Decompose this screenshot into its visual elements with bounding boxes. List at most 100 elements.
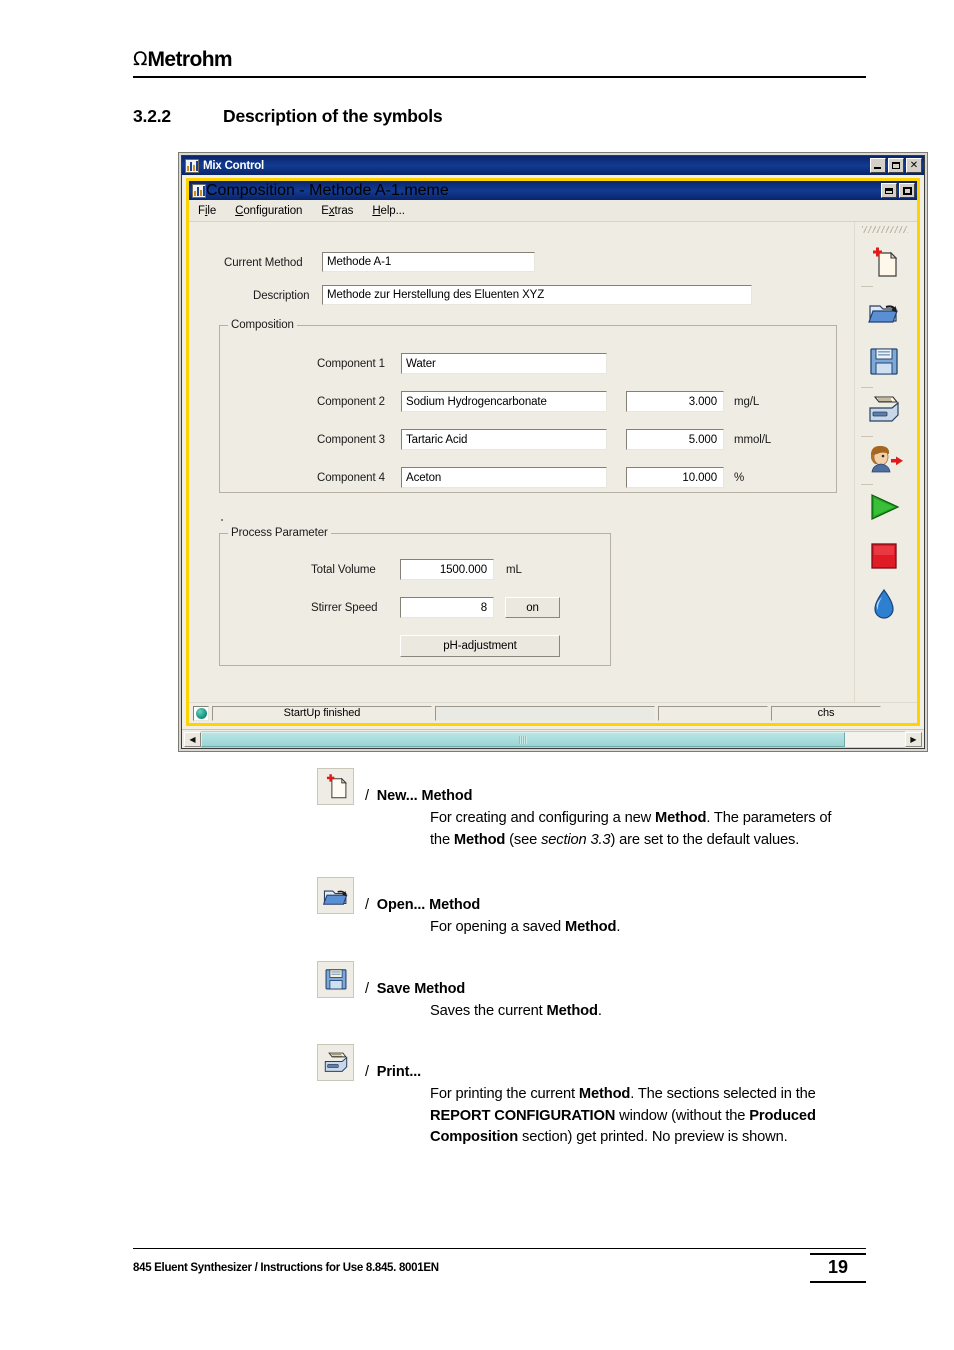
start-play-icon [871, 494, 900, 520]
print-button[interactable] [862, 389, 906, 431]
horizontal-scrollbar[interactable]: ◀ ▶ [182, 729, 924, 748]
bar-chart-app-icon [192, 183, 206, 198]
menubar: File Configuration Extras Help... [189, 200, 917, 222]
page-header: Ω Metrohm [133, 44, 866, 70]
symbol-label-new-method: / New... Method [365, 788, 473, 804]
section-number: 3.2.2 [133, 106, 171, 126]
mdi-area: Composition - Methode A-1.meme File Conf… [182, 175, 924, 729]
rinse-button[interactable] [862, 583, 906, 625]
user-login-icon [870, 446, 903, 473]
current-method-input[interactable]: Methode A-1 [322, 252, 535, 272]
description-label: Description [253, 290, 310, 302]
child-restore-button[interactable] [881, 183, 897, 198]
footer-divider [133, 1248, 866, 1249]
brand-name: Metrohm [147, 48, 233, 71]
component-2-value[interactable]: 3.000 [626, 391, 724, 412]
footer-text: 845 Eluent Synthesizer / Instructions fo… [133, 1262, 439, 1274]
component-2-input[interactable]: Sodium Hydrogencarbonate [401, 391, 607, 412]
toolbar-grip[interactable] [862, 226, 908, 233]
save-method-icon-thumb [317, 960, 354, 998]
form-panel: Current Method Methode A-1 Description M… [189, 222, 855, 702]
symbol-descriptions: / New... Method For creating and configu… [133, 768, 866, 1149]
symbol-entry-save-method: / Save Method Saves the current Method. [133, 960, 866, 1023]
scroll-left-icon[interactable]: ◀ [184, 731, 201, 747]
component-4-value[interactable]: 10.000 [626, 467, 724, 488]
print-icon [324, 1052, 347, 1072]
save-method-button[interactable] [862, 340, 906, 382]
description-input[interactable]: Methode zur Herstellung des Eluenten XYZ [322, 285, 752, 305]
statusbar: StartUp finished chs [189, 702, 917, 723]
mix-control-window: Mix Control ✕ Composition - Methode A-1.… [181, 155, 925, 749]
bar-chart-app-icon [185, 158, 199, 173]
client-area: Current Method Methode A-1 Description M… [189, 222, 917, 702]
scroll-right-icon[interactable]: ▶ [905, 731, 922, 747]
stop-button[interactable] [862, 535, 906, 577]
new-method-icon-thumb [317, 768, 354, 805]
child-maximize-button[interactable] [899, 183, 915, 198]
symbol-body-print: For printing the current Method. The sec… [430, 1086, 816, 1145]
symbol-entry-open-method: / Open... Method For opening a saved Met… [133, 877, 866, 939]
save-method-icon [325, 969, 346, 990]
new-method-icon [873, 247, 898, 277]
water-drop-icon [874, 588, 894, 619]
save-method-icon [870, 348, 898, 375]
component-3-input[interactable]: Tartaric Acid [401, 429, 607, 450]
toolbar-separator [861, 484, 873, 485]
scrollbar-thumb[interactable] [201, 731, 846, 747]
header-divider [133, 76, 866, 78]
print-icon [869, 396, 899, 422]
section-heading: 3.2.2 Description of the symbols [133, 106, 443, 127]
status-cell-3 [658, 705, 768, 721]
symbol-entry-new-method: / New... Method For creating and configu… [133, 768, 866, 851]
status-cell-2 [435, 705, 655, 721]
component-3-value[interactable]: 5.000 [626, 429, 724, 450]
current-method-label: Current Method [224, 257, 303, 269]
close-button[interactable]: ✕ [906, 158, 922, 173]
page-number: 19 [810, 1253, 866, 1283]
start-button[interactable] [862, 486, 906, 528]
process-parameter-group-title: Process Parameter [228, 527, 331, 539]
new-method-button[interactable] [862, 242, 906, 284]
screenshot-figure: Mix Control ✕ Composition - Methode A-1.… [178, 152, 928, 752]
toolbar-separator [861, 387, 873, 388]
symbol-body-open-method: For opening a saved Method. [430, 919, 621, 935]
ph-adjustment-button[interactable]: pH-adjustment [400, 635, 560, 657]
open-method-button[interactable] [862, 291, 906, 333]
symbol-body-new-method: For creating and configuring a new Metho… [430, 810, 832, 848]
menu-configuration[interactable]: Configuration [235, 205, 302, 217]
stirrer-speed-label: Stirrer Speed [311, 602, 378, 614]
outer-window-title: Mix Control [203, 159, 265, 172]
composition-window: Composition - Methode A-1.meme File Conf… [186, 178, 920, 726]
print-icon-thumb [317, 1044, 354, 1081]
symbol-label-save-method: / Save Method [365, 980, 466, 997]
total-volume-input[interactable]: 1500.000 [400, 559, 494, 580]
stray-dot [221, 519, 223, 521]
section-title-text: Description of the symbols [223, 106, 443, 126]
status-led-indicator [193, 705, 209, 721]
stirrer-speed-input[interactable]: 8 [400, 597, 494, 618]
stop-square-icon [871, 543, 897, 569]
menu-extras[interactable]: Extras [321, 205, 353, 217]
menu-help[interactable]: Help... [372, 205, 405, 217]
toolbar [854, 222, 917, 702]
minimize-button[interactable] [870, 158, 886, 173]
maximize-button[interactable] [888, 158, 904, 173]
component-3-label: Component 3 [317, 434, 385, 446]
component-4-unit: % [734, 472, 745, 484]
stirrer-toggle-button[interactable]: on [505, 597, 560, 618]
component-4-label: Component 4 [317, 472, 385, 484]
composition-group-title: Composition [228, 319, 297, 331]
menu-file[interactable]: File [198, 205, 216, 217]
symbol-entry-print: / Print... For printing the current Meth… [133, 1044, 866, 1149]
component-4-input[interactable]: Aceton [401, 467, 607, 488]
component-2-label: Component 2 [317, 396, 385, 408]
child-titlebar: Composition - Methode A-1.meme [189, 181, 917, 200]
open-method-icon [868, 305, 898, 323]
component-1-input[interactable]: Water [401, 353, 607, 374]
component-3-unit: mmol/L [734, 434, 772, 446]
metrohm-logo: Ω Metrohm [133, 44, 866, 70]
scrollbar-track[interactable] [201, 730, 905, 748]
user-login-button[interactable] [862, 438, 906, 480]
toolbar-separator [861, 436, 873, 437]
new-method-icon [326, 773, 347, 798]
